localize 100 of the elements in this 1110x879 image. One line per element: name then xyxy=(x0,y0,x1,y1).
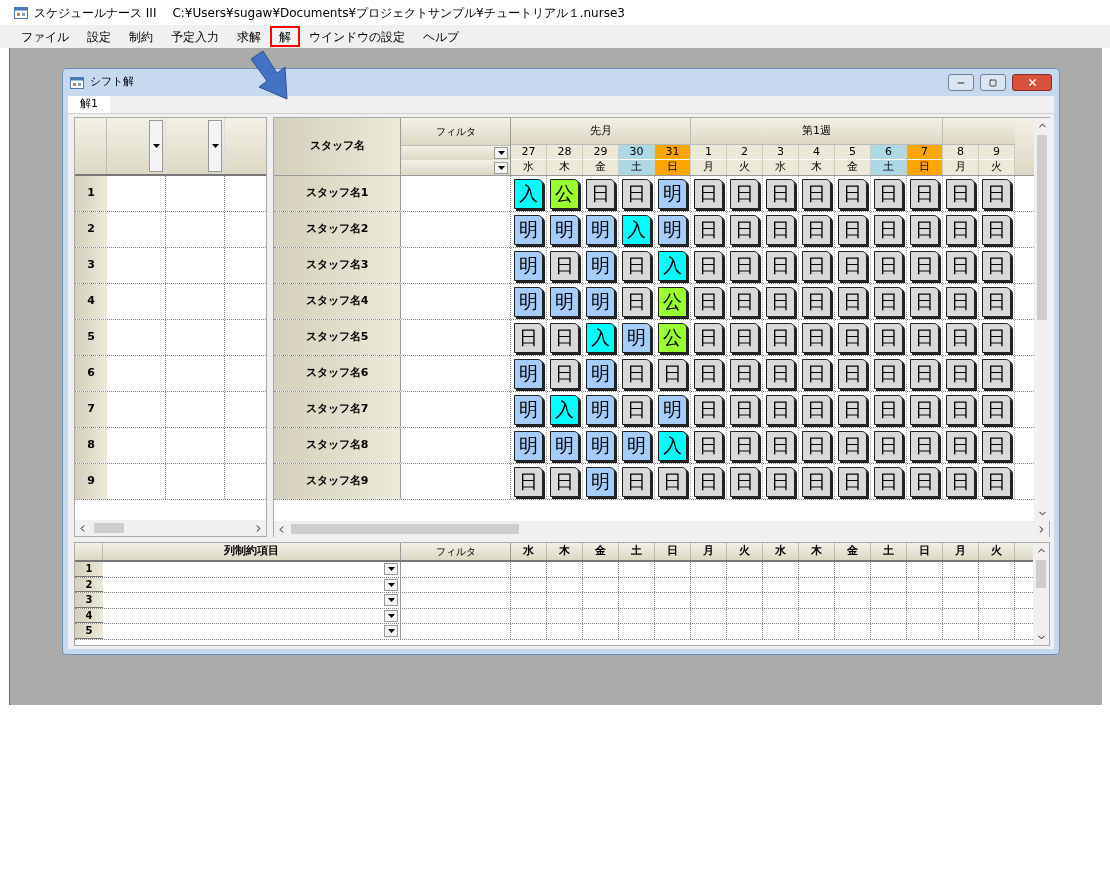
shift-cell[interactable]: 入 xyxy=(658,430,687,461)
shift-cell[interactable]: 日 xyxy=(694,430,723,461)
shift-cell[interactable]: 日 xyxy=(658,358,687,389)
shift-cell[interactable]: 日 xyxy=(514,466,543,497)
shift-cell[interactable]: 明 xyxy=(514,394,543,425)
shift-cell[interactable]: 日 xyxy=(874,214,903,245)
shift-cell[interactable]: 日 xyxy=(622,250,651,281)
shift-cell[interactable]: 明 xyxy=(658,214,687,245)
shift-cell[interactable]: 日 xyxy=(766,358,795,389)
shift-cell[interactable]: 明 xyxy=(586,286,615,317)
shift-cell[interactable]: 日 xyxy=(910,358,939,389)
shift-cell[interactable]: 日 xyxy=(514,322,543,353)
shift-cell[interactable]: 日 xyxy=(802,286,831,317)
shift-cell[interactable]: 日 xyxy=(946,322,975,353)
shift-cell[interactable]: 日 xyxy=(982,394,1011,425)
shift-cell[interactable]: 日 xyxy=(838,430,867,461)
dropdown-button[interactable] xyxy=(384,594,398,607)
shift-cell[interactable]: 明 xyxy=(550,214,579,245)
shift-cell[interactable]: 日 xyxy=(982,430,1011,461)
minimize-button[interactable] xyxy=(948,74,974,91)
shift-cell[interactable]: 日 xyxy=(766,214,795,245)
shift-cell[interactable]: 日 xyxy=(838,358,867,389)
shift-cell[interactable]: 日 xyxy=(802,466,831,497)
shift-cell[interactable]: 日 xyxy=(766,178,795,209)
shift-cell[interactable]: 日 xyxy=(838,214,867,245)
shift-cell[interactable]: 日 xyxy=(946,178,975,209)
shift-cell[interactable]: 日 xyxy=(946,430,975,461)
shift-cell[interactable]: 日 xyxy=(838,466,867,497)
menu-item[interactable]: 求解 xyxy=(228,26,270,47)
shift-cell[interactable]: 日 xyxy=(802,394,831,425)
shift-cell[interactable]: 公 xyxy=(658,286,687,317)
shift-cell[interactable]: 日 xyxy=(802,322,831,353)
shift-cell[interactable]: 日 xyxy=(766,394,795,425)
shift-cell[interactable]: 日 xyxy=(946,286,975,317)
shift-cell[interactable]: 日 xyxy=(730,250,759,281)
shift-cell[interactable]: 日 xyxy=(586,178,615,209)
shift-cell[interactable]: 入 xyxy=(658,250,687,281)
maximize-button[interactable] xyxy=(980,74,1006,91)
shift-cell[interactable]: 日 xyxy=(658,466,687,497)
shift-cell[interactable]: 日 xyxy=(766,430,795,461)
menu-item[interactable]: 制約 xyxy=(120,26,162,47)
shift-cell[interactable]: 日 xyxy=(874,394,903,425)
shift-cell[interactable]: 日 xyxy=(730,286,759,317)
shift-cell[interactable]: 日 xyxy=(802,214,831,245)
shift-cell[interactable]: 日 xyxy=(874,322,903,353)
shift-cell[interactable]: 日 xyxy=(838,322,867,353)
shift-cell[interactable]: 日 xyxy=(946,466,975,497)
shift-cell[interactable]: 日 xyxy=(730,178,759,209)
scroll-thumb[interactable] xyxy=(291,524,519,534)
shift-cell[interactable]: 日 xyxy=(550,322,579,353)
shift-cell[interactable]: 日 xyxy=(946,394,975,425)
shift-cell[interactable]: 明 xyxy=(514,430,543,461)
shift-cell[interactable]: 日 xyxy=(730,322,759,353)
shift-cell[interactable]: 明 xyxy=(514,214,543,245)
shift-cell[interactable]: 日 xyxy=(694,322,723,353)
shift-cell[interactable]: 日 xyxy=(874,178,903,209)
shift-cell[interactable]: 明 xyxy=(514,286,543,317)
shift-cell[interactable]: 日 xyxy=(766,322,795,353)
shift-cell[interactable]: 日 xyxy=(910,214,939,245)
shift-cell[interactable]: 日 xyxy=(874,430,903,461)
shift-cell[interactable]: 日 xyxy=(874,286,903,317)
shift-cell[interactable]: 日 xyxy=(982,322,1011,353)
shift-cell[interactable]: 日 xyxy=(766,250,795,281)
shift-cell[interactable]: 日 xyxy=(874,250,903,281)
shift-cell[interactable]: 日 xyxy=(694,214,723,245)
shift-cell[interactable]: 明 xyxy=(586,214,615,245)
dropdown-button[interactable] xyxy=(384,563,398,576)
scroll-up-icon[interactable] xyxy=(1036,120,1048,131)
shift-cell[interactable]: 日 xyxy=(910,466,939,497)
shift-cell[interactable]: 入 xyxy=(586,322,615,353)
shift-cell[interactable]: 日 xyxy=(982,286,1011,317)
shift-cell[interactable]: 公 xyxy=(658,322,687,353)
shift-cell[interactable]: 明 xyxy=(622,322,651,353)
menu-item[interactable]: 設定 xyxy=(78,26,120,47)
shift-cell[interactable]: 日 xyxy=(694,466,723,497)
menu-item[interactable]: 解 xyxy=(270,26,300,47)
shift-cell[interactable]: 日 xyxy=(766,286,795,317)
shift-cell[interactable]: 日 xyxy=(838,286,867,317)
scroll-thumb[interactable] xyxy=(94,523,124,533)
menu-item[interactable]: ファイル xyxy=(12,26,78,47)
dropdown-button[interactable] xyxy=(494,161,508,174)
shift-cell[interactable]: 日 xyxy=(802,250,831,281)
shift-cell[interactable]: 日 xyxy=(946,358,975,389)
shift-cell[interactable]: 日 xyxy=(982,178,1011,209)
shift-cell[interactable]: 日 xyxy=(766,466,795,497)
shift-cell[interactable]: 明 xyxy=(514,250,543,281)
shift-cell[interactable]: 明 xyxy=(550,430,579,461)
shift-cell[interactable]: 日 xyxy=(910,394,939,425)
dropdown-button[interactable] xyxy=(494,146,508,159)
shift-cell[interactable]: 日 xyxy=(694,178,723,209)
shift-cell[interactable]: 日 xyxy=(622,394,651,425)
shift-cell[interactable]: 日 xyxy=(730,394,759,425)
shift-cell[interactable]: 入 xyxy=(622,214,651,245)
shift-cell[interactable]: 日 xyxy=(910,178,939,209)
shift-cell[interactable]: 日 xyxy=(982,466,1011,497)
horizontal-scrollbar[interactable] xyxy=(75,520,266,536)
shift-cell[interactable]: 日 xyxy=(694,250,723,281)
menu-item[interactable]: 予定入力 xyxy=(162,26,228,47)
shift-cell[interactable]: 日 xyxy=(694,286,723,317)
shift-cell[interactable]: 日 xyxy=(550,250,579,281)
